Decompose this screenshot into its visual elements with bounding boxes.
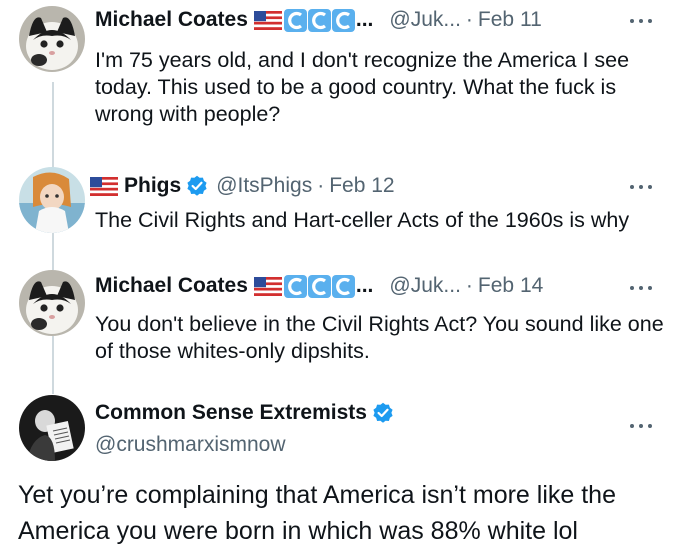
avatar[interactable] (19, 167, 85, 233)
us-flag-icon (253, 10, 282, 30)
display-name[interactable]: Michael Coates (95, 8, 248, 32)
wave-emoji-icon (307, 8, 331, 32)
more-options-icon[interactable] (630, 183, 652, 191)
wave-emoji-icon (283, 274, 307, 298)
name-truncation: ... (355, 274, 374, 297)
handle-row: @crushmarxismnow (95, 433, 286, 457)
thread-screenshot: Michael Coates ... @Juk... · Feb 11 I'm … (0, 0, 680, 556)
display-name[interactable]: Common Sense Extremists (95, 401, 367, 425)
thread-line (52, 336, 54, 394)
name-truncation: ... (355, 8, 374, 31)
us-flag-icon (253, 276, 282, 296)
handle[interactable]: @Juk... (389, 274, 461, 298)
display-name[interactable]: Michael Coates (95, 274, 248, 298)
separator: · (465, 274, 473, 297)
wave-emoji-icon (283, 8, 307, 32)
handle[interactable]: @crushmarxismnow (95, 433, 286, 457)
handle[interactable]: @ItsPhigs (216, 174, 312, 198)
avatar[interactable] (19, 395, 85, 461)
wave-emoji-icon (331, 8, 355, 32)
tweet-text: I'm 75 years old, and I don't recognize … (95, 48, 630, 126)
thread-line (52, 82, 54, 170)
separator: · (465, 8, 473, 31)
verified-badge-icon (372, 402, 394, 424)
timestamp[interactable]: Feb 11 (478, 8, 542, 32)
avatar[interactable] (19, 270, 85, 336)
display-name[interactable]: Phigs (124, 174, 181, 198)
tweet-text: The Civil Rights and Hart-celler Acts of… (95, 208, 630, 232)
us-flag-icon (90, 176, 118, 196)
tweet-header: Michael Coates ... @J (95, 274, 543, 298)
tweet-header: Phigs @ItsPhigs · Feb 12 (90, 174, 395, 198)
tweet-text: You don't believe in the Civil Rights Ac… (95, 312, 664, 363)
thread-line (52, 232, 54, 270)
tweet-header: Michael Coates ... @J (95, 8, 542, 32)
verified-badge-icon (186, 175, 208, 197)
wave-emoji-icon (331, 274, 355, 298)
more-options-icon[interactable] (630, 284, 652, 292)
timestamp[interactable]: Feb 12 (329, 174, 394, 198)
separator: · (317, 174, 325, 197)
tweet-header: Common Sense Extremists (95, 401, 402, 425)
handle[interactable]: @Juk... (389, 8, 461, 32)
avatar[interactable] (19, 6, 85, 72)
more-options-icon[interactable] (630, 17, 652, 25)
timestamp[interactable]: Feb 14 (478, 274, 543, 298)
wave-emoji-icon (307, 274, 331, 298)
more-options-icon[interactable] (630, 422, 652, 430)
tweet-text: Yet you’re complaining that America isn’… (18, 481, 616, 545)
